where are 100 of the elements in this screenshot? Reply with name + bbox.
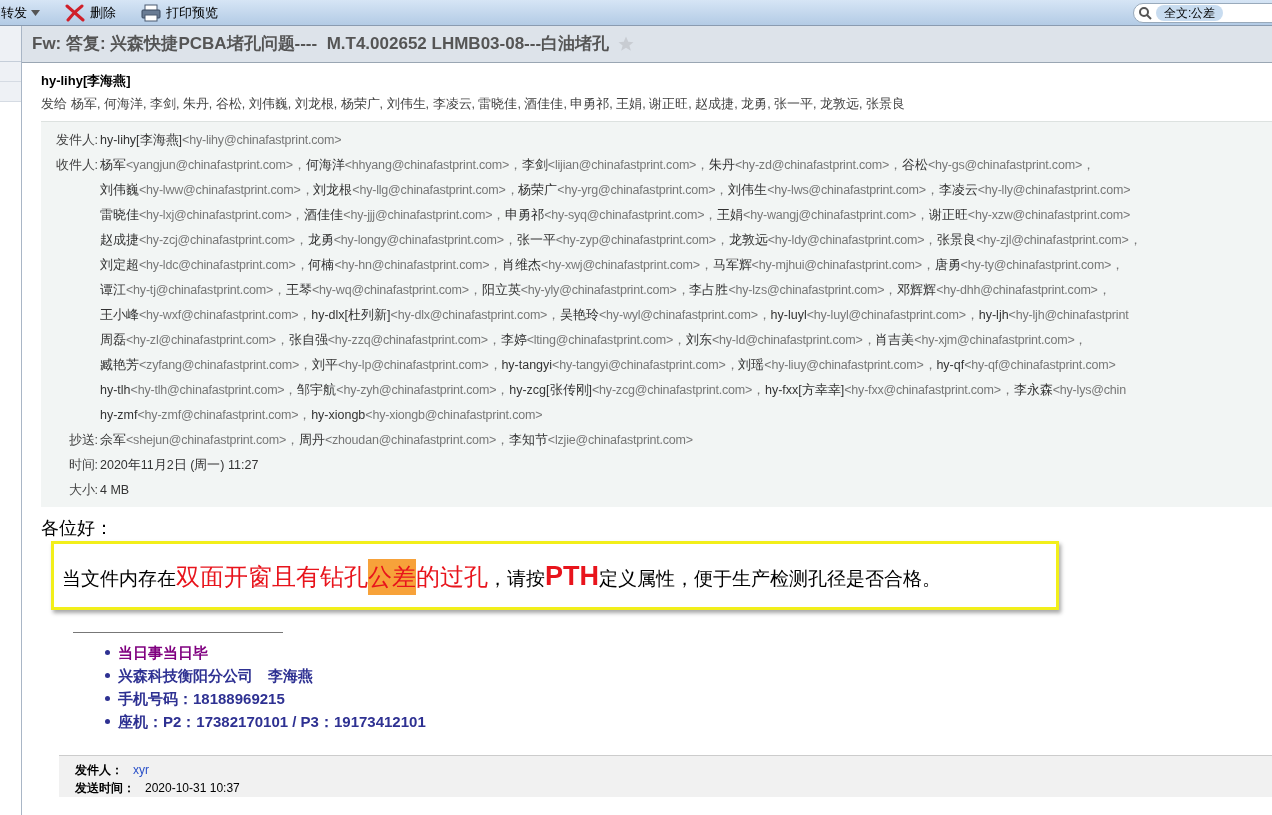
email-address: <hy-wxf@chinafastprint.com>，: [139, 307, 312, 324]
email-address: <hy-wangj@chinafastprint.com>，: [743, 207, 929, 224]
contact-name: 王娟: [717, 207, 744, 224]
contact-name: 赵成捷: [100, 232, 139, 249]
field-label: 时间:: [68, 457, 98, 474]
contact-name: hy-lihy[李海燕]: [100, 132, 183, 149]
contact-name: 雷晓佳: [100, 207, 139, 224]
email-address: <shejun@chinafastprint.com>，: [126, 432, 299, 449]
caret-icon: [31, 9, 40, 16]
email-address: <hy-zcj@chinafastprint.com>，: [139, 232, 308, 249]
email-address: <hy-lihy@chinafastprint.com>: [182, 132, 342, 149]
email-address: <hy-wq@chinafastprint.com>，: [311, 282, 482, 299]
toolbar-button[interactable]: 转发: [1, 2, 40, 23]
email-address: <hy-llg@chinafastprint.com>，: [352, 182, 519, 199]
search-icon: [1138, 5, 1152, 20]
email-address: <hy-lxj@chinafastprint.com>，: [139, 207, 305, 224]
search-field[interactable]: 全文:公差: [1133, 2, 1272, 23]
bullet-icon: [105, 673, 110, 678]
bullet-icon: [105, 696, 110, 701]
contact-name: 谢正旺: [928, 207, 968, 224]
email-address: <hy-dlx@chinafastprint.com>，: [390, 307, 560, 324]
contact-name: 申勇祁: [505, 207, 545, 224]
email-address: <hy-zcg@chinafastprint.com>，: [592, 382, 765, 399]
contact-name: 刘龙根: [313, 182, 353, 199]
email-address: <hy-wyl@chinafastprint.com>，: [599, 307, 771, 324]
email-address: <hy-zjl@chinafastprint.com>，: [976, 232, 1142, 249]
contact-name: hy-tangyi: [501, 357, 553, 374]
contact-name: 周丹: [298, 432, 325, 449]
contact-name: hy-zmf: [100, 407, 138, 424]
email-address: <hy-xjm@chinafastprint.com>，: [914, 332, 1088, 349]
email-address: <hy-lww@chinafastprint.com>，: [139, 182, 314, 199]
contact-name: hy-qf: [936, 357, 965, 374]
contact-name: 刘伟巍: [100, 182, 139, 199]
email-address: <hy-xwj@chinafastprint.com>，: [541, 257, 713, 274]
email-address: <hy-lws@chinafastprint.com>，: [767, 182, 939, 199]
email-address: <hy-luyl@chinafastprint.com>，: [806, 307, 979, 324]
bullet-icon: [105, 650, 110, 655]
toolbar-button[interactable]: 删除: [64, 2, 116, 23]
email-address: <lting@chinafastprint.com>，: [526, 332, 686, 349]
contact-name: hy-tlh: [100, 382, 131, 399]
contact-name: 吴艳玲: [560, 307, 599, 324]
contact-name: 何楠: [308, 257, 335, 274]
email-address: <zhoudan@chinafastprint.com>，: [324, 432, 509, 449]
star-icon[interactable]: [617, 35, 636, 53]
email-address: <lzjie@chinafastprint.com>: [547, 432, 693, 449]
email-address: <hy-hn@chinafastprint.com>，: [334, 257, 503, 274]
contact-name: 刘定超: [100, 257, 139, 274]
email-address: <hy-ldc@chinafastprint.com>，: [139, 257, 309, 274]
contact-name: 杨荣广: [518, 182, 558, 199]
email-address: <hy-lys@chin: [1052, 382, 1126, 399]
email-address: <hy-zmf@chinafastprint.com>，: [137, 407, 312, 424]
toolbar-button[interactable]: 打印预览: [140, 2, 218, 23]
email-address: <zyfang@chinafastprint.com>，: [139, 357, 312, 374]
contact-name: 杨军: [100, 157, 126, 174]
contact-name: 谷松: [901, 157, 928, 174]
email-address: <hy-yrg@chinafastprint.com>，: [557, 182, 729, 199]
contact-name: 邹宇航: [297, 382, 337, 399]
greeting: 各位好：: [41, 517, 114, 539]
signature-line: 手机号码：18188969215: [118, 689, 285, 709]
highlighted-note: 当文件内存在双面开窗且有钻孔公差的过孔，请按PTH定义属性，便于生产检测孔径是否合格。: [51, 541, 1059, 610]
search-chip: 全文:公差: [1156, 4, 1224, 21]
contact-name: 李知节: [508, 432, 548, 449]
email-address: <hy-tj@chinafastprint.com>，: [126, 282, 286, 299]
email-address: <hy-ldy@chinafastprint.com>，: [767, 232, 938, 249]
field-value: 2020-10-31 10:37: [145, 780, 240, 797]
email-address: <hy-syq@chinafastprint.com>，: [544, 207, 718, 224]
email-address: <hy-xzw@chinafastprint.com>: [967, 207, 1131, 224]
contact-name: 臧艳芳: [100, 357, 139, 374]
field-label: 发件人:: [55, 132, 98, 149]
sender-link[interactable]: xyr: [133, 761, 149, 779]
email-address: <hy-ld@chinafastprint.com>，: [711, 332, 876, 349]
contact-name: hy-ljh: [978, 307, 1009, 324]
signature-line: 当日事当日毕: [118, 643, 208, 663]
email-address: <hy-fxx@chinafastprint.com>，: [844, 382, 1014, 399]
printer-icon: [140, 3, 162, 22]
email-address: <lijian@chinafastprint.com>，: [547, 157, 709, 174]
contact-name: 李占胜: [689, 282, 729, 299]
contact-name: 刘瑶: [738, 357, 765, 374]
sender-name: hy-lihy[李海燕]: [41, 72, 132, 90]
sent-to-label: 发给: [41, 96, 67, 113]
email-address: <hy-zd@chinafastprint.com>，: [735, 157, 902, 174]
email-address: <hy-qf@chinafastprint.com>: [964, 357, 1116, 374]
contact-name: 4 MB: [100, 482, 130, 499]
email-address: <hy-lzs@chinafastprint.com>，: [728, 282, 898, 299]
contact-name: 张自强: [288, 332, 328, 349]
email-address: <hy-zl@chinafastprint.com>，: [126, 332, 289, 349]
contact-name: 佘军: [100, 432, 126, 449]
contact-name: 李剑: [521, 157, 548, 174]
signature-line: 兴森科技衡阳分公司 李海燕: [118, 666, 313, 686]
contact-name: 唐勇: [934, 257, 961, 274]
email-address: <hy-jjj@chinafastprint.com>，: [343, 207, 506, 224]
email-address: <hy-dhh@chinafastprint.com>，: [936, 282, 1111, 299]
contact-name: 刘平: [311, 357, 338, 374]
email-address: <hy-mjhui@chinafastprint.com>，: [751, 257, 935, 274]
field-label: 大小:: [68, 482, 98, 499]
contact-name: 刘伟生: [728, 182, 768, 199]
field-label: 抄送:: [68, 432, 98, 449]
contact-name: hy-xiongb: [311, 407, 366, 424]
email-address: <hy-ljh@chinafastprint: [1008, 307, 1129, 324]
contact-name: 张景良: [937, 232, 977, 249]
